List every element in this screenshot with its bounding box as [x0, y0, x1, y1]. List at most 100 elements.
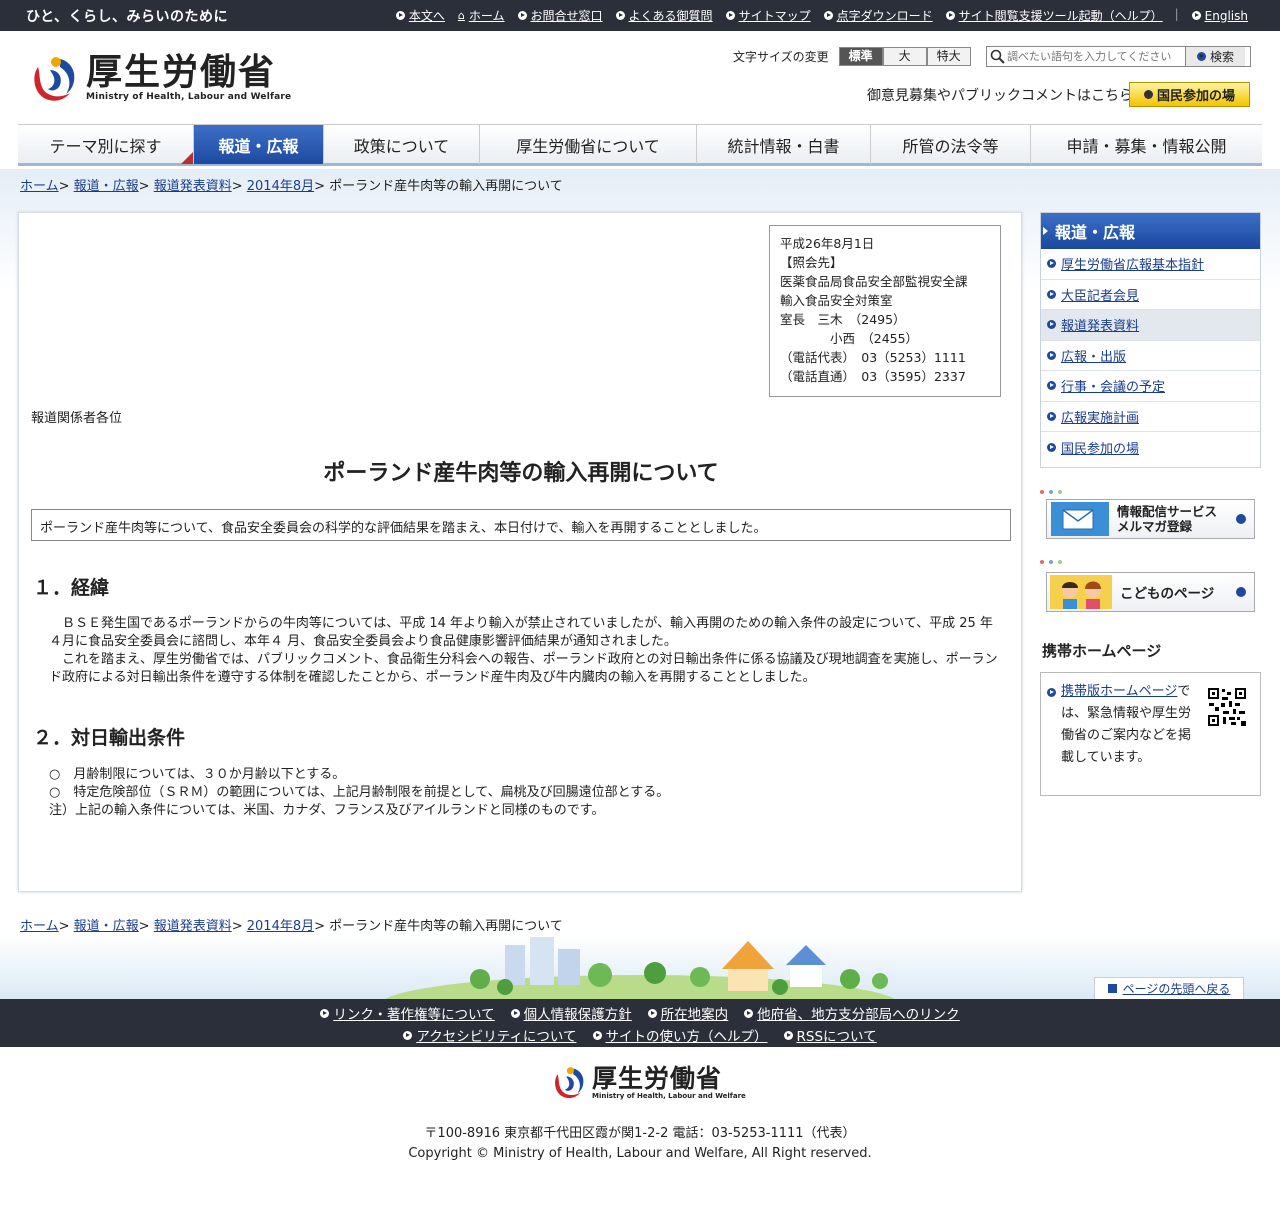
contact-phone-direct: （電話直通） 03（3595）2337	[780, 369, 966, 384]
font-size-standard-button[interactable]: 標準	[838, 47, 883, 66]
site-logo[interactable]: 厚生労働省 Ministry of Health, Labour and Wel…	[30, 53, 291, 103]
contact-phone-main: （電話代表） 03（5253）1111	[780, 350, 966, 365]
top-bar: ひと、くらし、みらいのために 本文へ ⌂ ホーム お問合せ窓口 よくある御質問 サ…	[0, 0, 1280, 31]
sidebar-menu: 報道・広報 厚生労働省広報基本指針 大臣記者会見 報道発表資料 広報・出版 行事…	[1040, 212, 1261, 468]
breadcrumb-press-releases[interactable]: 報道発表資料	[154, 919, 232, 934]
nav-about-ministry[interactable]: 厚生労働省について	[480, 125, 697, 164]
back-to-top-button[interactable]: ページの先頭へ戻る	[1094, 977, 1244, 999]
mail-icon	[1051, 502, 1109, 536]
arrow-bullet-icon	[517, 11, 527, 20]
sidebar-item-pr-plan[interactable]: 広報実施計画	[1041, 402, 1260, 432]
sidebar-item-events[interactable]: 行事・会議の予定	[1041, 371, 1260, 402]
arrow-bullet-icon	[1047, 289, 1056, 299]
search-input[interactable]	[1007, 47, 1185, 66]
nav-applications[interactable]: 申請・募集・情報公開	[1031, 125, 1262, 164]
braille-download-link[interactable]: 点字ダウンロード	[823, 7, 933, 24]
footer-link-accessibility[interactable]: アクセシビリティについて	[403, 1025, 577, 1045]
footer-link-rss[interactable]: RSSについて	[783, 1025, 877, 1045]
footer-logo: 厚生労働省 Ministry of Health, Labour and Wel…	[552, 1064, 746, 1100]
breadcrumb: ホーム> 報道・広報> 報道発表資料> 2014年8月> ポーランド産牛肉等の輸…	[20, 179, 563, 194]
divider	[1040, 483, 1261, 494]
global-nav: テーマ別に探す 報道・広報 政策について 厚生労働省について 統計情報・白書 所…	[18, 124, 1262, 166]
nav-theme-search[interactable]: テーマ別に探す	[18, 125, 194, 164]
arrow-bullet-icon	[1047, 411, 1056, 421]
summary-box: ポーランド産牛肉等について、食品安全委員会の科学的な評価結果を踏まえ、本日付けで…	[31, 509, 1011, 541]
arrow-bullet-icon	[1047, 350, 1056, 360]
breadcrumb-current: ポーランド産牛肉等の輸入再開について	[329, 919, 563, 934]
sidebar-item-participation[interactable]: 国民参加の場	[1041, 432, 1260, 463]
footer-link-copyright[interactable]: リンク・著作権等について	[320, 1003, 495, 1023]
footer-link-privacy[interactable]: 個人情報保護方針	[510, 1003, 632, 1023]
kids-page-banner[interactable]: こどものページ	[1046, 572, 1255, 612]
breadcrumb-month[interactable]: 2014年8月	[247, 919, 314, 934]
arrow-bullet-icon	[1196, 52, 1206, 61]
up-arrow-icon	[1107, 984, 1117, 993]
font-size-large-button[interactable]: 大	[882, 47, 927, 66]
faq-link[interactable]: よくある御質問	[615, 7, 713, 24]
breadcrumb-home[interactable]: ホーム	[20, 919, 59, 934]
footer-logo-subtitle: Ministry of Health, Labour and Welfare	[592, 1091, 746, 1100]
list-item: ○ 月齢制限については、３０か月齢以下とする。	[49, 767, 346, 782]
english-link[interactable]: English	[1191, 7, 1248, 24]
font-size-xlarge-button[interactable]: 特大	[926, 47, 971, 66]
mhlw-logo-icon	[34, 57, 75, 101]
footer-link-location[interactable]: 所在地案内	[647, 1003, 728, 1023]
mail-magazine-banner[interactable]: 情報配信サービス メルマガ登録	[1046, 499, 1255, 539]
conditions-list: ○ 月齢制限については、３０か月齢以下とする。 ○ 特定危険部位（ＳＲＭ）の範囲…	[49, 766, 669, 820]
list-item: ○ 特定危険部位（ＳＲＭ）の範囲については、上記月齢制限を前提として、扁桃及び回…	[49, 785, 670, 800]
mobile-site-link[interactable]: 携帯版ホームページ	[1061, 684, 1177, 699]
breadcrumb-home[interactable]: ホーム	[20, 179, 59, 194]
skip-to-content-link[interactable]: 本文へ	[395, 7, 445, 24]
sidebar-item-press-conference[interactable]: 大臣記者会見	[1041, 280, 1260, 310]
search-button[interactable]: 検索	[1185, 47, 1245, 66]
contact-person-2: 小西 （2455）	[780, 331, 919, 346]
footer-link-help[interactable]: サイトの使い方（ヘルプ）	[592, 1025, 768, 1045]
contact-link[interactable]: お問合せ窓口	[517, 7, 603, 24]
font-size-switcher: 文字サイズの変更 標準 大 特大	[733, 47, 971, 66]
breadcrumb-press[interactable]: 報道・広報	[74, 179, 139, 194]
sidebar-item-press-releases[interactable]: 報道発表資料	[1041, 310, 1260, 341]
arrow-bullet-icon	[1047, 688, 1056, 697]
footer-links-row-1: リンク・著作権等について 個人情報保護方針 所在地案内 他府省、地方支分部局への…	[0, 1003, 1280, 1023]
greeting: 報道関係者各位	[31, 411, 123, 426]
arrow-bullet-icon	[1143, 90, 1153, 99]
arrow-bullet-icon	[403, 1030, 413, 1040]
search-box: 検索	[986, 46, 1251, 67]
banner-text: こどものページ	[1120, 586, 1215, 602]
site-tagline: ひと、くらし、みらいのために	[26, 9, 229, 25]
arrow-bullet-icon	[1047, 320, 1056, 330]
footer-nav: リンク・著作権等について 個人情報保護方針 所在地案内 他府省、地方支分部局への…	[0, 999, 1280, 1047]
logo-subtitle: Ministry of Health, Labour and Welfare	[86, 92, 292, 102]
mobile-site-heading: 携帯ホームページ	[1042, 642, 1162, 660]
contact-heading: 【照会先】	[780, 255, 843, 270]
public-participation-button[interactable]: 国民参加の場	[1129, 82, 1250, 107]
breadcrumb-press-releases[interactable]: 報道発表資料	[154, 179, 232, 194]
footer-link-other-ministries[interactable]: 他府省、地方支分部局へのリンク	[744, 1003, 960, 1023]
breadcrumb-month[interactable]: 2014年8月	[247, 179, 314, 194]
nav-statistics[interactable]: 統計情報・白書	[697, 125, 871, 164]
home-link[interactable]: ⌂ ホーム	[458, 7, 505, 24]
breadcrumb-press[interactable]: 報道・広報	[74, 919, 139, 934]
sidebar-item-publications[interactable]: 広報・出版	[1041, 341, 1260, 371]
release-date: 平成26年8月1日	[780, 236, 875, 251]
town-illustration	[0, 935, 1280, 999]
accessibility-tool-link[interactable]: サイト閲覧支援ツール起動（ヘルプ）	[945, 7, 1163, 24]
arrow-circle-icon	[1236, 587, 1246, 597]
nav-laws[interactable]: 所管の法令等	[871, 125, 1031, 164]
sitemap-link[interactable]: サイトマップ	[725, 7, 811, 24]
sidebar-item-pr-policy[interactable]: 厚生労働省広報基本指針	[1041, 249, 1260, 280]
sidebar-heading[interactable]: 報道・広報	[1041, 213, 1260, 249]
divider	[1040, 553, 1261, 564]
arrow-bullet-icon	[783, 1030, 793, 1040]
paragraph: ＢＳＥ発生国であるポーランドからの牛肉等については、平成 14 年より輸入が禁止…	[49, 616, 993, 649]
copyright-text: Copyright © Ministry of Health, Labour a…	[408, 1146, 872, 1161]
arrow-bullet-icon	[1191, 11, 1201, 20]
list-item: 注）上記の輸入条件については、米国、カナダ、フランス及びアイルランドと同様のもの…	[49, 803, 605, 818]
page-title: ポーランド産牛肉等の輸入再開について	[323, 461, 719, 486]
nav-policy[interactable]: 政策について	[324, 125, 480, 164]
footer-links-row-2: アクセシビリティについて サイトの使い方（ヘルプ） RSSについて	[0, 1025, 1280, 1045]
nav-press[interactable]: 報道・広報	[194, 125, 324, 164]
children-icon	[1050, 575, 1112, 609]
footer-logo-title: 厚生労働省	[592, 1063, 723, 1093]
breadcrumb-current: ポーランド産牛肉等の輸入再開について	[329, 179, 563, 194]
